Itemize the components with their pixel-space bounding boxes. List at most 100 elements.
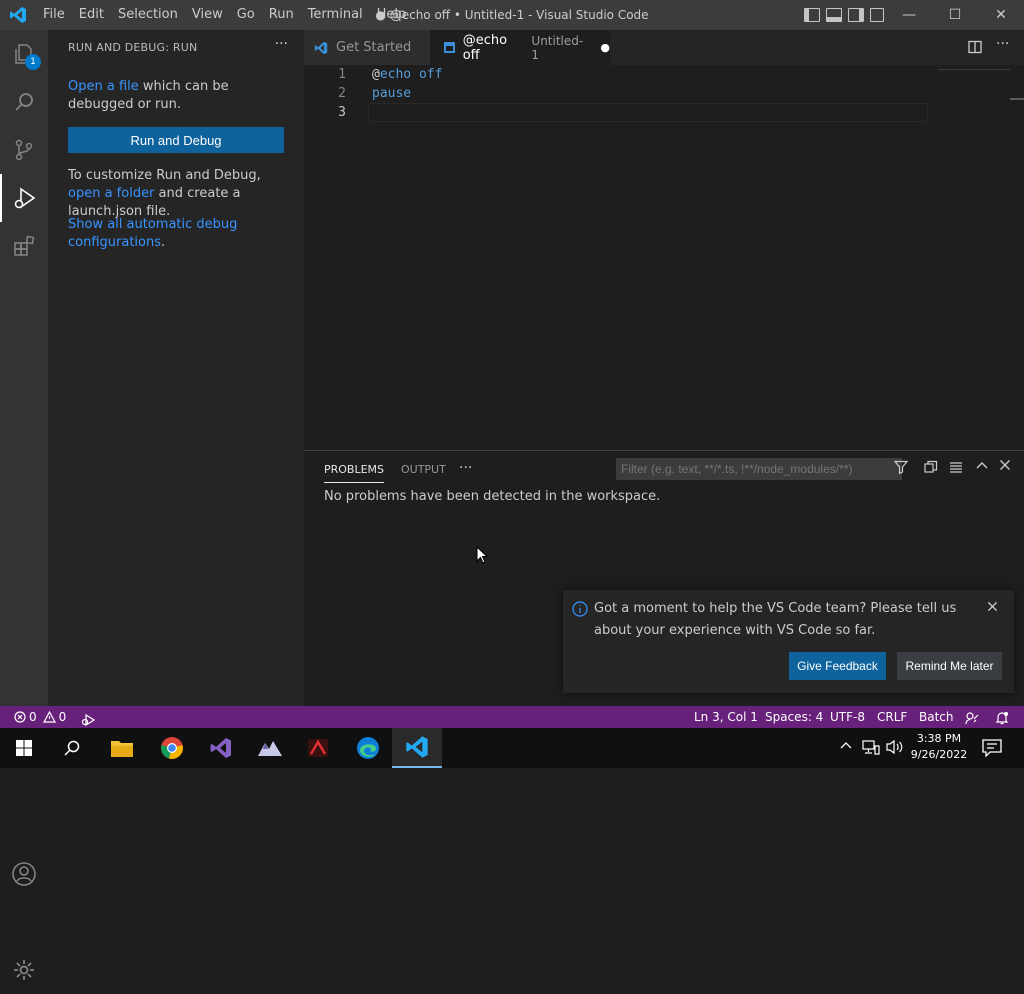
run-and-debug-button[interactable]: Run and Debug	[68, 127, 284, 153]
manage-gear-icon[interactable]	[0, 946, 48, 994]
menu-edit[interactable]: Edit	[72, 0, 111, 30]
tab-get-started[interactable]: Get Started	[304, 30, 430, 65]
warning-count: 0	[58, 710, 67, 724]
maximize-panel-chevron-up-icon[interactable]	[976, 460, 988, 476]
warning-icon	[42, 711, 56, 723]
run-debug-sidebar: RUN AND DEBUG: RUN ··· Open a file which…	[48, 30, 304, 706]
tab-untitled-1[interactable]: @echo off Untitled-1 ●	[430, 30, 610, 65]
chrome-icon[interactable]	[148, 728, 196, 768]
toggle-secondary-sidebar-icon[interactable]	[848, 8, 864, 22]
menu-go[interactable]: Go	[230, 0, 262, 30]
accounts-icon[interactable]	[0, 850, 48, 898]
toggle-panel-icon[interactable]	[826, 8, 842, 22]
code-line-1[interactable]: @echo off	[372, 67, 442, 82]
run-and-debug-icon[interactable]	[0, 174, 48, 222]
sidebar-title: RUN AND DEBUG: RUN	[68, 41, 198, 54]
line-number: 2	[338, 86, 346, 101]
close-notification-icon[interactable]	[987, 601, 998, 616]
menu-run[interactable]: Run	[262, 0, 301, 30]
error-count: 0	[29, 710, 37, 724]
vscode-logo-icon	[0, 0, 36, 30]
title-bar: File Edit Selection View Go Run Terminal…	[0, 0, 1024, 30]
info-icon	[572, 601, 588, 621]
app-game-icon[interactable]	[294, 728, 342, 768]
volume-icon[interactable]	[886, 739, 904, 759]
line-number: 3	[338, 105, 346, 120]
at-symbol: @	[372, 67, 380, 82]
mouse-cursor-icon	[476, 545, 489, 568]
menu-view[interactable]: View	[185, 0, 230, 30]
close-panel-icon[interactable]	[999, 459, 1011, 475]
open-file-link[interactable]: Open a file	[68, 79, 139, 94]
more-actions-icon[interactable]: ···	[275, 36, 288, 52]
panel-more-icon[interactable]: ···	[459, 460, 472, 476]
problems-status[interactable]: 0 0	[14, 706, 66, 728]
menu-selection[interactable]: Selection	[111, 0, 185, 30]
open-folder-link[interactable]: open a folder	[68, 186, 154, 201]
network-icon[interactable]	[862, 740, 880, 760]
clock-time: 3:38 PM	[916, 732, 962, 745]
visual-studio-icon[interactable]	[197, 728, 245, 768]
tab-description: Untitled-1	[531, 33, 584, 62]
minimize-button[interactable]: —	[886, 0, 932, 30]
maximize-button[interactable]: ☐	[932, 0, 978, 30]
app-mountain-icon[interactable]	[246, 728, 294, 768]
remind-me-later-button[interactable]: Remind Me later	[897, 652, 1002, 680]
problems-filter-input[interactable]	[616, 458, 902, 480]
cursor-position[interactable]: Ln 3, Col 1	[694, 706, 758, 728]
tab-output[interactable]: OUTPUT	[401, 463, 446, 476]
customize-paragraph: To customize Run and Debug, open a folde…	[68, 167, 290, 221]
search-icon[interactable]	[0, 78, 48, 126]
give-feedback-button[interactable]: Give Feedback	[789, 652, 886, 680]
toggle-primary-sidebar-icon[interactable]	[804, 8, 820, 22]
action-center-notification-icon[interactable]	[982, 739, 1002, 761]
menu-terminal[interactable]: Terminal	[301, 0, 370, 30]
editor-more-actions-icon[interactable]: ···	[996, 36, 1009, 52]
show-hidden-icons-chevron-icon[interactable]	[840, 740, 852, 756]
windows-start-icon[interactable]	[0, 728, 48, 768]
view-as-list-icon[interactable]	[949, 460, 963, 478]
minimap[interactable]	[938, 65, 1010, 70]
show-configs-paragraph: Show all automatic debug configurations.	[68, 216, 290, 252]
taskbar-search-icon[interactable]	[48, 728, 96, 768]
tab-label: @echo off	[462, 32, 508, 63]
vscode-taskbar-icon[interactable]	[392, 728, 442, 768]
tab-problems[interactable]: PROBLEMS	[324, 463, 385, 483]
system-clock[interactable]: 3:38 PM 9/26/2022	[906, 731, 972, 763]
editor-tab-bar: Get Started @echo off Untitled-1 ● ···	[304, 30, 1024, 65]
show-configs-link[interactable]: Show all automatic debug configurations	[68, 217, 237, 250]
customize-text: To customize Run and Debug,	[68, 168, 261, 183]
end-of-line[interactable]: CRLF	[877, 706, 907, 728]
explorer-icon[interactable]: 1	[0, 30, 48, 78]
split-editor-icon[interactable]	[968, 40, 982, 58]
code-editor[interactable]: 1 @echo off 2 pause 3	[304, 65, 1024, 450]
windows-taskbar: 3:38 PM 9/26/2022	[0, 728, 1024, 768]
file-explorer-icon[interactable]	[98, 728, 146, 768]
indentation[interactable]: Spaces: 4	[765, 706, 823, 728]
explorer-badge: 1	[25, 54, 41, 70]
activity-bar: 1	[0, 30, 48, 980]
code-text: echo off	[379, 67, 443, 82]
source-control-icon[interactable]	[0, 126, 48, 174]
language-mode[interactable]: Batch	[919, 706, 954, 728]
encoding[interactable]: UTF-8	[830, 706, 865, 728]
code-line-2[interactable]: pause	[372, 86, 411, 101]
filter-icon[interactable]	[893, 460, 909, 478]
collapse-all-icon[interactable]	[924, 460, 938, 478]
menu-help[interactable]: Help	[370, 0, 414, 30]
open-file-paragraph: Open a file which can be debugged or run…	[68, 78, 290, 114]
menu-file[interactable]: File	[36, 0, 72, 30]
customize-layout-icon[interactable]	[870, 8, 884, 22]
notification-message: Got a moment to help the VS Code team? P…	[594, 601, 957, 638]
batch-file-icon	[444, 42, 455, 53]
status-bar: 0 0 Ln 3, Col 1 Spaces: 4 UTF-8 CRLF Bat…	[0, 706, 1024, 728]
current-line-highlight	[368, 103, 928, 122]
vertical-scrollbar[interactable]	[1010, 98, 1024, 100]
layout-controls	[804, 0, 884, 30]
edge-browser-icon[interactable]	[344, 728, 392, 768]
close-window-button[interactable]: ✕	[978, 0, 1024, 30]
extensions-icon[interactable]	[0, 222, 48, 270]
problems-message: No problems have been detected in the wo…	[324, 489, 661, 504]
show-configs-period: .	[161, 235, 166, 250]
unsaved-dot-icon[interactable]: ●	[600, 41, 610, 54]
